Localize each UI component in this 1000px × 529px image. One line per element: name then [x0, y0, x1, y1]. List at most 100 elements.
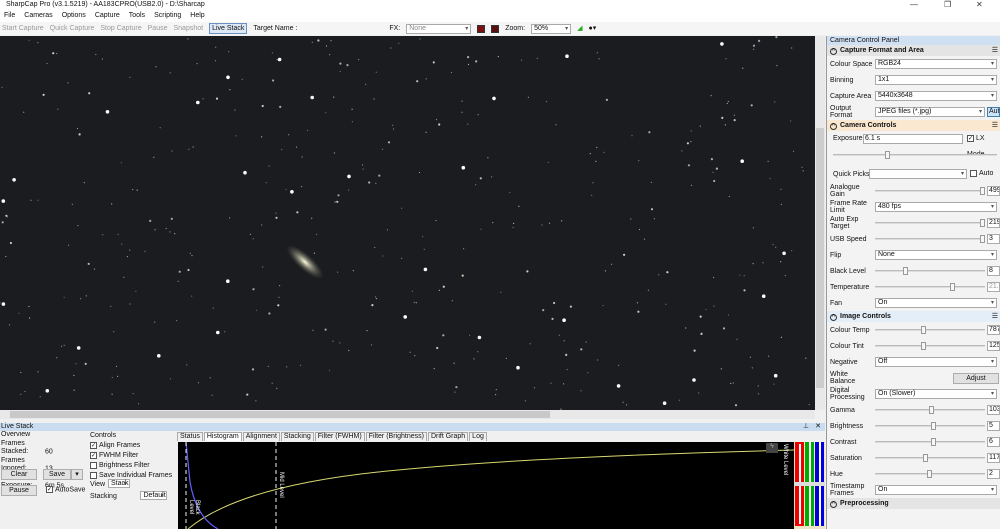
lx-mode-checkbox[interactable]: ✓: [967, 134, 974, 142]
tab-status[interactable]: Status: [177, 432, 203, 441]
menu-icon[interactable]: ☰: [992, 45, 998, 56]
live-stack-button[interactable]: Live Stack: [209, 23, 248, 34]
minimize-button[interactable]: —: [910, 0, 918, 10]
gamma-value[interactable]: 103: [987, 405, 1000, 415]
colour-temp-value[interactable]: 7876: [987, 325, 1000, 335]
section-camera-controls[interactable]: ^ Camera Controls ☰: [827, 120, 1000, 131]
timestamp-select[interactable]: On: [875, 485, 997, 495]
hue-value[interactable]: 2: [987, 469, 1000, 479]
tab-alignment[interactable]: Alignment: [242, 432, 280, 441]
colour-temp-slider[interactable]: [875, 326, 985, 334]
menu-options[interactable]: Options: [62, 10, 86, 22]
menu-tools[interactable]: Tools: [129, 10, 145, 22]
saturation-value[interactable]: 117: [987, 453, 1000, 463]
rgb-level-sliders[interactable]: [794, 442, 825, 529]
menu-capture[interactable]: Capture: [95, 10, 120, 22]
auto-checkbox[interactable]: [970, 169, 977, 177]
fx-select[interactable]: None: [406, 23, 472, 34]
red-box-icon-2[interactable]: [491, 24, 500, 33]
star: [542, 309, 545, 312]
save-individual-checkbox[interactable]: [90, 471, 97, 479]
align-frames-checkbox[interactable]: ✓: [90, 441, 97, 449]
usb-value[interactable]: 3: [987, 234, 1000, 244]
digital-processing-select[interactable]: On (Slower): [875, 389, 997, 399]
collapse-icon[interactable]: ^: [830, 48, 837, 55]
exposure-slider[interactable]: [833, 151, 997, 159]
stop-capture-button[interactable]: Stop Capture: [100, 22, 141, 35]
contrast-slider[interactable]: [875, 438, 985, 446]
colour-tint-slider[interactable]: [875, 342, 985, 350]
menu-icon[interactable]: ☰: [992, 120, 998, 131]
tab-stacking[interactable]: Stacking: [280, 432, 314, 441]
pause-button[interactable]: Pause: [148, 22, 168, 35]
pause-button[interactable]: Pause: [1, 485, 37, 496]
clear-button[interactable]: Clear: [1, 469, 37, 480]
stacking-select[interactable]: Default: [140, 491, 167, 500]
tab-filter-brightness[interactable]: Filter (Brightness): [365, 432, 427, 441]
menu-cameras[interactable]: Cameras: [24, 10, 52, 22]
close-panel-icon[interactable]: ✕: [815, 423, 821, 431]
image-viewer[interactable]: [0, 36, 815, 410]
collapse-icon[interactable]: ^: [830, 123, 837, 130]
colour-tint-value[interactable]: 1254: [987, 341, 1000, 351]
vertical-scroll-thumb[interactable]: [816, 128, 824, 388]
brightness-filter-checkbox[interactable]: [90, 461, 97, 469]
tab-drift-graph[interactable]: Drift Graph: [427, 432, 469, 441]
tab-log[interactable]: Log: [469, 432, 487, 441]
autosave-checkbox[interactable]: ✓: [46, 486, 53, 493]
section-preprocessing[interactable]: ^ Preprocessing: [827, 498, 1000, 509]
tab-filter-fwhm[interactable]: Filter (FWHM): [314, 432, 365, 441]
zoom-select[interactable]: 50%: [531, 23, 572, 34]
frame-rate-select[interactable]: 480 fps: [875, 202, 997, 212]
histogram[interactable]: Black Level Mid Level White Level ϟ: [178, 442, 794, 529]
red-box-icon[interactable]: [477, 24, 486, 33]
horizontal-scroll-thumb[interactable]: [10, 411, 550, 418]
menu-icon[interactable]: ☰: [992, 311, 998, 322]
magnifier-icon[interactable]: ●▾: [588, 22, 596, 35]
gamma-slider[interactable]: [875, 406, 985, 414]
snapshot-button[interactable]: Snapshot: [174, 22, 204, 35]
fwhm-filter-checkbox[interactable]: ✓: [90, 451, 97, 459]
black-level-value[interactable]: 8: [987, 266, 1000, 276]
auto-exp-value[interactable]: 219: [987, 218, 1000, 228]
adjust-button[interactable]: Adjust: [953, 373, 999, 384]
tab-histogram[interactable]: Histogram: [203, 432, 242, 441]
menu-scripting[interactable]: Scripting: [154, 10, 181, 22]
view-select[interactable]: Stack: [108, 479, 130, 488]
gain-slider[interactable]: [875, 187, 985, 195]
gain-value[interactable]: 4990: [987, 186, 1000, 196]
negative-select[interactable]: Off: [875, 357, 997, 367]
quick-capture-button[interactable]: Quick Capture: [50, 22, 95, 35]
save-button[interactable]: Save: [43, 469, 71, 480]
collapse-icon[interactable]: ^: [830, 314, 837, 321]
maximize-button[interactable]: ❐: [944, 0, 951, 10]
auto-exp-slider[interactable]: [875, 219, 985, 227]
binning-select[interactable]: 1x1: [875, 75, 997, 85]
section-capture-format[interactable]: ^ Capture Format and Area ☰: [827, 45, 1000, 56]
hue-slider[interactable]: [875, 470, 985, 478]
pin-icon[interactable]: ⊥: [803, 423, 809, 431]
saturation-slider[interactable]: [875, 454, 985, 462]
start-capture-button[interactable]: Start Capture: [2, 22, 44, 35]
brightness-slider[interactable]: [875, 422, 985, 430]
close-button[interactable]: ✕: [976, 0, 983, 10]
collapse-icon[interactable]: ^: [830, 501, 837, 508]
colour-space-select[interactable]: RGB24: [875, 59, 997, 69]
capture-area-select[interactable]: 5440x3648: [875, 91, 997, 101]
flip-select[interactable]: None: [875, 250, 997, 260]
auto-stretch-icon[interactable]: ϟ: [766, 443, 778, 453]
exposure-input[interactable]: 6.1 s: [863, 134, 963, 144]
quick-picks-select[interactable]: [869, 169, 967, 179]
auto-button[interactable]: Auto: [987, 107, 1000, 117]
brightness-value[interactable]: 5: [987, 421, 1000, 431]
black-level-slider[interactable]: [875, 267, 985, 275]
usb-slider[interactable]: [875, 235, 985, 243]
save-dropdown-button[interactable]: ▾: [71, 469, 83, 480]
output-format-select[interactable]: JPEG files (*.jpg): [875, 107, 985, 117]
histogram-icon[interactable]: ◢: [577, 22, 582, 35]
contrast-value[interactable]: 6: [987, 437, 1000, 447]
section-image-controls[interactable]: ^ Image Controls ☰: [827, 311, 1000, 322]
menu-file[interactable]: File: [4, 10, 15, 22]
menu-help[interactable]: Help: [190, 10, 204, 22]
fan-select[interactable]: On: [875, 298, 997, 308]
